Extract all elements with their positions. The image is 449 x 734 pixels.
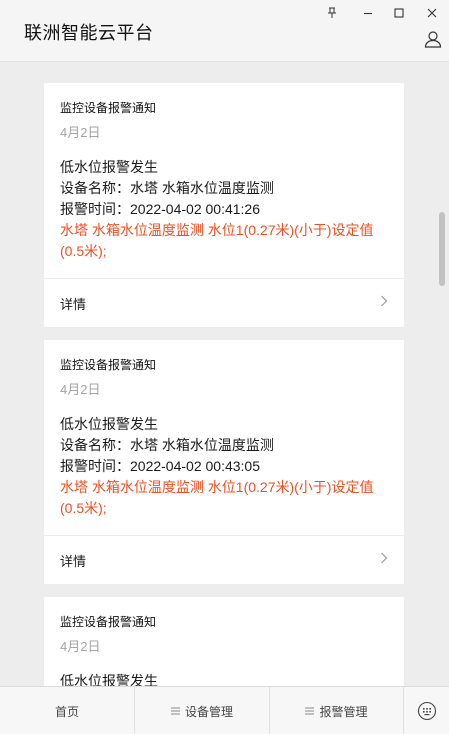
nav-alarm-management-label: 报警管理 [319, 704, 368, 719]
alarm-card: 监控设备报警通知 4月2日 低水位报警发生 设备名称：水塔 水箱水位温度监测 报… [44, 340, 404, 584]
keyboard-icon[interactable] [404, 687, 449, 734]
nav-alarm-management[interactable]: 报警管理 [270, 687, 404, 734]
chevron-right-icon [380, 551, 388, 569]
scrollbar-thumb[interactable] [439, 212, 445, 286]
card-alert-text: 水塔 水箱水位温度监测 水位1(0.27米)(小于)设定值(0.5米); [60, 479, 374, 516]
card-date: 4月2日 [60, 382, 101, 397]
maximize-icon[interactable] [385, 2, 413, 24]
card-device: 设备名称：水塔 水箱水位温度监测 [60, 437, 274, 453]
nav-home-label: 首页 [54, 704, 79, 719]
detail-link[interactable]: 详情 [44, 536, 404, 584]
chevron-right-icon [380, 294, 388, 312]
alarm-card: 监控设备报警通知 4月2日 低水位报警发生 设备名称：水塔 水箱水位温度监测 报… [44, 83, 404, 327]
message-list[interactable]: 监控设备报警通知 4月2日 低水位报警发生 设备名称：水塔 水箱水位温度监测 报… [0, 62, 449, 686]
nav-device-management-label: 设备管理 [184, 704, 233, 719]
user-icon[interactable] [421, 27, 445, 51]
card-date: 4月2日 [60, 125, 101, 140]
card-alert-text: 水塔 水箱水位温度监测 水位1(0.27米)(小于)设定值(0.5米); [60, 222, 374, 259]
card-event: 低水位报警发生 [60, 673, 158, 686]
card-device: 设备名称：水塔 水箱水位温度监测 [60, 180, 274, 196]
pin-icon[interactable] [318, 2, 346, 24]
menu-icon [305, 707, 315, 715]
detail-label: 详情 [60, 553, 87, 569]
detail-label: 详情 [60, 296, 87, 312]
title-bar: 联洲智能云平台 [0, 0, 449, 62]
nav-device-management[interactable]: 设备管理 [135, 687, 270, 734]
card-event: 低水位报警发生 [60, 416, 158, 432]
card-time: 报警时间：2022-04-02 00:43:05 [60, 458, 260, 474]
card-title: 监控设备报警通知 [60, 101, 157, 115]
bottom-nav: 首页 设备管理 报警管理 [0, 686, 449, 734]
card-time: 报警时间：2022-04-02 00:41:26 [60, 201, 260, 217]
card-title: 监控设备报警通知 [60, 615, 157, 629]
app-window: 联洲智能云平台 监控设备报警通知 4月2日 低水位报警发生 设备名称：水塔 水箱… [0, 0, 449, 734]
alarm-card: 监控设备报警通知 4月2日 低水位报警发生 [44, 597, 404, 686]
nav-home[interactable]: 首页 [0, 687, 135, 734]
card-title: 监控设备报警通知 [60, 358, 157, 372]
menu-icon [170, 707, 180, 715]
card-event: 低水位报警发生 [60, 159, 158, 175]
app-title: 联洲智能云平台 [24, 23, 154, 43]
minimize-icon[interactable] [354, 2, 382, 24]
detail-link[interactable]: 详情 [44, 279, 404, 327]
close-icon[interactable] [418, 2, 446, 24]
card-date: 4月2日 [60, 639, 101, 654]
